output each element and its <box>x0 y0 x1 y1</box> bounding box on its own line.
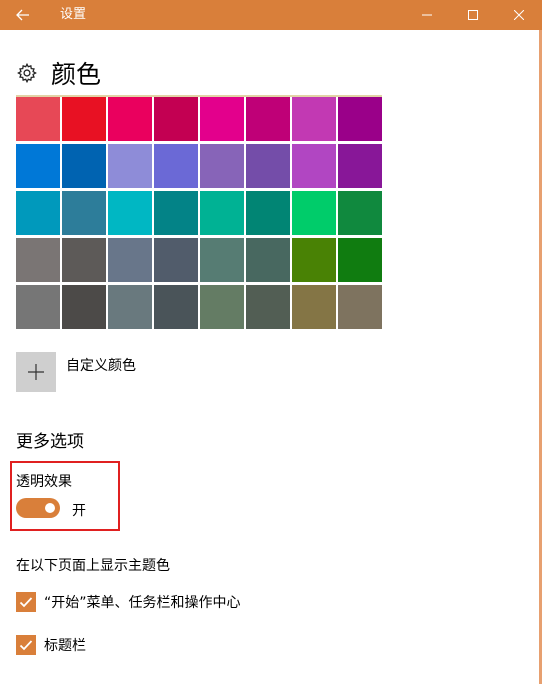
color-swatch[interactable] <box>108 97 152 141</box>
page-title: 颜色 <box>51 60 102 89</box>
color-swatch[interactable] <box>246 238 290 282</box>
color-swatch[interactable] <box>16 238 60 282</box>
transparency-toggle[interactable] <box>16 498 60 518</box>
color-swatch[interactable] <box>16 97 60 141</box>
color-swatch[interactable] <box>154 97 198 141</box>
color-swatch[interactable] <box>338 144 382 188</box>
plus-icon <box>28 364 44 380</box>
start-taskbar-checkbox[interactable] <box>16 592 36 612</box>
color-swatch[interactable] <box>200 191 244 235</box>
color-swatch[interactable] <box>16 144 60 188</box>
color-swatch[interactable] <box>292 285 336 329</box>
color-swatch[interactable] <box>200 285 244 329</box>
page-header: 颜色 <box>16 56 101 90</box>
color-swatch[interactable] <box>108 238 152 282</box>
window-title: 设置 <box>60 7 87 22</box>
color-swatch[interactable] <box>338 285 382 329</box>
start-taskbar-checkbox-row[interactable]: “开始”菜单、任务栏和操作中心 <box>16 592 241 612</box>
transparency-state: 开 <box>72 503 86 519</box>
color-swatch[interactable] <box>200 97 244 141</box>
color-swatch[interactable] <box>200 144 244 188</box>
color-swatch[interactable] <box>16 285 60 329</box>
color-swatch[interactable] <box>108 144 152 188</box>
checkmark-icon <box>19 597 33 608</box>
back-arrow-icon <box>16 9 29 21</box>
color-swatch-grid <box>16 97 382 329</box>
color-swatch[interactable] <box>62 144 106 188</box>
color-swatch[interactable] <box>292 238 336 282</box>
color-swatch[interactable] <box>338 238 382 282</box>
maximize-button[interactable] <box>450 0 496 30</box>
gear-icon <box>17 62 37 84</box>
color-swatch[interactable] <box>246 285 290 329</box>
color-swatch[interactable] <box>200 238 244 282</box>
color-swatch[interactable] <box>338 97 382 141</box>
color-swatch[interactable] <box>154 238 198 282</box>
close-button[interactable] <box>496 0 542 30</box>
minimize-icon <box>422 14 432 16</box>
title-bar-checkbox[interactable] <box>16 635 36 655</box>
more-options-heading: 更多选项 <box>16 432 84 452</box>
color-swatch[interactable] <box>292 97 336 141</box>
color-swatch[interactable] <box>292 191 336 235</box>
color-swatch[interactable] <box>62 191 106 235</box>
checkmark-icon <box>19 640 33 651</box>
close-icon <box>514 10 524 20</box>
color-swatch[interactable] <box>338 191 382 235</box>
color-swatch[interactable] <box>154 191 198 235</box>
custom-color-button[interactable] <box>16 352 56 392</box>
minimize-button[interactable] <box>404 0 450 30</box>
color-swatch[interactable] <box>108 191 152 235</box>
color-swatch[interactable] <box>246 97 290 141</box>
color-swatch[interactable] <box>246 144 290 188</box>
back-button[interactable] <box>0 0 46 30</box>
color-swatch[interactable] <box>62 97 106 141</box>
title-bar-label: 标题栏 <box>44 638 86 654</box>
color-swatch[interactable] <box>16 191 60 235</box>
title-bar-checkbox-row[interactable]: 标题栏 <box>16 635 86 655</box>
custom-color-label[interactable]: 自定义颜色 <box>66 355 136 375</box>
title-bar: 设置 <box>0 0 542 30</box>
color-swatch[interactable] <box>62 238 106 282</box>
show-accent-label: 在以下页面上显示主题色 <box>16 558 170 574</box>
transparency-label: 透明效果 <box>16 474 72 490</box>
start-taskbar-label: “开始”菜单、任务栏和操作中心 <box>44 595 241 611</box>
color-swatch[interactable] <box>108 285 152 329</box>
color-swatch[interactable] <box>246 191 290 235</box>
color-swatch[interactable] <box>154 144 198 188</box>
color-swatch[interactable] <box>292 144 336 188</box>
color-swatch[interactable] <box>154 285 198 329</box>
color-swatch[interactable] <box>62 285 106 329</box>
maximize-icon <box>468 10 478 20</box>
toggle-knob <box>45 503 55 513</box>
